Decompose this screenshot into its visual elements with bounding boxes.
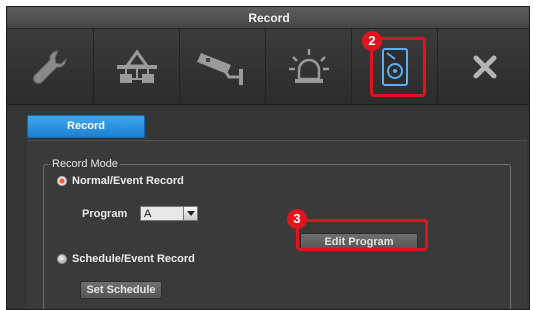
schedule-event-record-option[interactable]: Schedule/Event Record bbox=[57, 253, 195, 265]
normal-event-record-option[interactable]: Normal/Event Record bbox=[57, 175, 184, 187]
toolbar-close[interactable] bbox=[437, 29, 529, 105]
set-schedule-button[interactable]: Set Schedule bbox=[80, 281, 162, 299]
record-window: Record Record Record Mode Normal/Event R… bbox=[6, 6, 530, 310]
schedule-event-record-label: Schedule/Event Record bbox=[72, 253, 195, 265]
window-title: Record bbox=[7, 7, 529, 29]
step3-highlight-box bbox=[296, 219, 428, 251]
toolbar-event-alarm[interactable] bbox=[265, 29, 351, 105]
dropdown-arrow-icon[interactable] bbox=[183, 207, 197, 220]
record-content: Record Record Mode Normal/Event Record P… bbox=[7, 105, 529, 309]
program-label: Program bbox=[82, 208, 128, 220]
toolbar-camera[interactable] bbox=[179, 29, 265, 105]
tab-record[interactable]: Record bbox=[27, 115, 145, 138]
normal-event-record-radio[interactable] bbox=[57, 176, 67, 186]
schedule-event-record-radio[interactable] bbox=[57, 254, 67, 264]
record-mode-group: Record Mode Normal/Event Record Program … bbox=[43, 158, 511, 309]
toolbar-network[interactable] bbox=[93, 29, 179, 105]
step3-marker: 3 bbox=[287, 209, 307, 229]
program-select[interactable]: A bbox=[140, 206, 198, 221]
alarm-siren-icon bbox=[288, 49, 329, 83]
wrench-icon bbox=[33, 50, 67, 84]
network-icon bbox=[116, 49, 157, 83]
close-icon bbox=[473, 55, 496, 79]
record-mode-legend: Record Mode bbox=[50, 158, 121, 170]
toolbar-system-settings[interactable] bbox=[7, 29, 93, 105]
program-select-value: A bbox=[144, 208, 152, 220]
record-panel: Record Mode Normal/Event Record Program … bbox=[27, 140, 527, 309]
normal-event-record-label: Normal/Event Record bbox=[72, 175, 184, 187]
step2-marker: 2 bbox=[362, 31, 382, 51]
main-toolbar bbox=[7, 29, 529, 105]
security-camera-icon bbox=[196, 53, 243, 85]
